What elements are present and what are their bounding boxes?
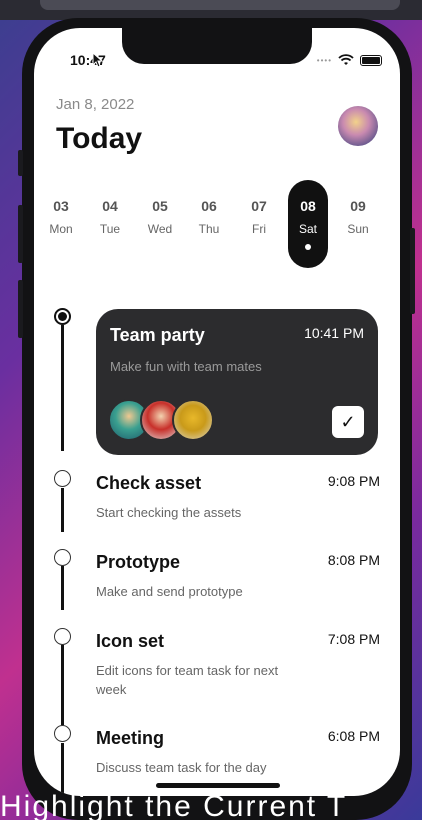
day-fri[interactable]: 07 Fri <box>239 180 279 236</box>
task-title: Check asset <box>96 473 202 493</box>
task-time: 7:08 PM <box>327 631 380 647</box>
timeline-node <box>54 725 71 742</box>
day-number: 09 <box>350 198 366 214</box>
current-date: Jan 8, 2022 <box>56 96 135 113</box>
task-check-asset[interactable]: Check asset 9:08 PM Start checking the a… <box>96 473 380 533</box>
day-name: Sun <box>347 222 369 236</box>
status-icons: •••• <box>317 54 382 66</box>
task-complete-checkbox[interactable]: ✓ <box>332 406 364 438</box>
day-thu[interactable]: 06 Thu <box>189 180 229 236</box>
timeline-node <box>54 549 71 566</box>
day-number: 04 <box>102 198 118 214</box>
task-title: Prototype <box>96 552 181 572</box>
task-time: 6:08 PM <box>327 728 380 744</box>
timeline-node-active <box>54 308 71 325</box>
day-tue[interactable]: 04 Tue <box>90 180 130 236</box>
timeline-node <box>54 470 71 487</box>
task-description: Discuss team task for the day <box>96 760 267 775</box>
battery-icon <box>360 54 382 66</box>
task-description: Make and send prototype <box>96 584 243 599</box>
volume-down-button <box>18 280 23 338</box>
day-number: 05 <box>152 198 168 214</box>
timeline-node <box>54 628 71 645</box>
day-name: Mon <box>49 222 73 236</box>
timeline-segment <box>61 743 64 796</box>
day-mon[interactable]: 03 Mon <box>41 180 81 236</box>
day-name: Sat <box>298 222 317 236</box>
cellular-dots-icon: •••• <box>316 55 332 65</box>
timeline-segment <box>61 488 64 532</box>
selected-day-dot <box>305 244 311 250</box>
task-prototype[interactable]: Prototype 8:08 PM Make and send prototyp… <box>96 552 380 612</box>
task-icon-set[interactable]: Icon set 7:08 PM Edit icons for team tas… <box>96 631 380 711</box>
day-name: Tue <box>99 222 121 236</box>
task-title: Team party <box>110 325 205 345</box>
home-indicator[interactable] <box>156 783 280 788</box>
task-time: 10:41 PM <box>304 325 364 341</box>
mute-switch <box>18 150 23 176</box>
task-description: Start checking the assets <box>96 505 242 520</box>
volume-up-button <box>18 205 23 263</box>
task-time: 8:08 PM <box>327 552 380 568</box>
task-title: Meeting <box>96 728 165 748</box>
timeline-segment <box>61 645 64 725</box>
top-strip <box>0 0 422 20</box>
task-card-team-party[interactable]: Team party 10:41 PM Make fun with team m… <box>96 309 378 455</box>
day-sun[interactable]: 09 Sun <box>338 180 378 236</box>
task-description: Edit icons for team task for next week <box>96 663 279 697</box>
page-title: Today <box>56 122 143 155</box>
user-avatar[interactable] <box>338 106 378 146</box>
notch <box>122 28 312 64</box>
day-number: 06 <box>201 198 217 214</box>
task-time: 9:08 PM <box>327 473 380 489</box>
power-button <box>410 228 415 314</box>
timeline-segment <box>61 566 64 610</box>
day-number: 08 <box>300 198 316 214</box>
day-number: 03 <box>53 198 69 214</box>
week-selector: 03 Mon 04 Tue 05 Wed 06 Thu 07 Fri 08 Sa… <box>34 180 400 268</box>
team-members <box>108 399 228 443</box>
wifi-icon <box>338 54 354 65</box>
app-screen: 10:47 •••• Jan 8, 2022 Today 03 Mon 04 T… <box>34 28 400 796</box>
top-strip-bar <box>40 0 400 10</box>
task-description: Make fun with team mates <box>110 359 262 374</box>
task-meeting[interactable]: Meeting 6:08 PM Discuss team task for th… <box>96 728 380 788</box>
day-name: Wed <box>147 222 173 236</box>
task-title: Icon set <box>96 631 165 651</box>
day-name: Thu <box>198 222 220 236</box>
member-avatar <box>172 399 214 441</box>
day-name: Fri <box>252 222 266 236</box>
checkmark-icon: ✓ <box>340 411 356 432</box>
day-wed[interactable]: 05 Wed <box>140 180 180 236</box>
day-sat-selected[interactable]: 08 Sat <box>288 180 328 268</box>
mouse-cursor-icon <box>92 52 104 68</box>
timeline-segment <box>61 325 64 451</box>
day-number: 07 <box>251 198 267 214</box>
video-caption: Highlight the Current T <box>0 790 348 820</box>
